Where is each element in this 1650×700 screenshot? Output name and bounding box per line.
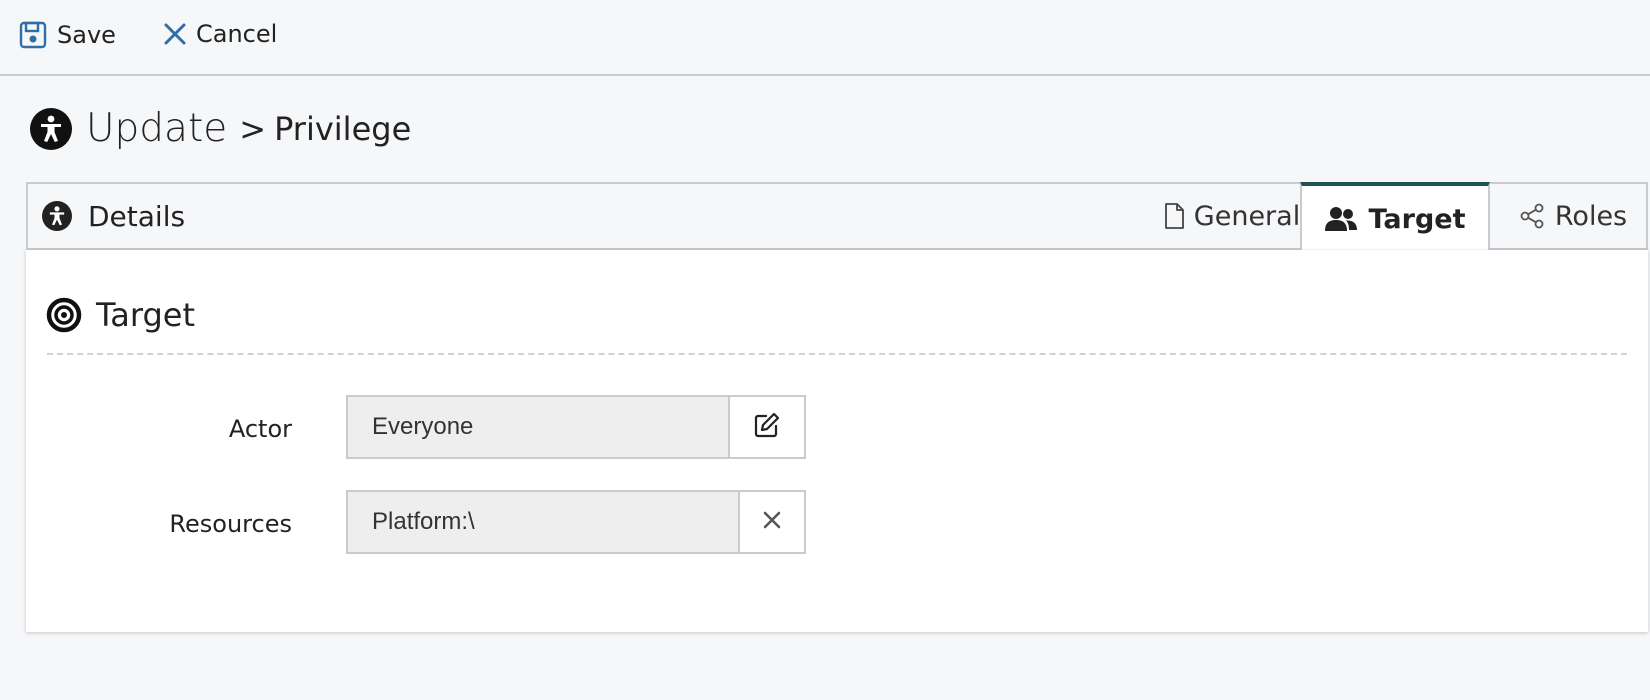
target-panel: Target Actor Everyone Resources Platform… [26,250,1648,632]
edit-icon [753,411,781,443]
save-label: Save [57,21,116,49]
section-divider [47,353,1627,355]
users-icon [1324,206,1358,232]
actor-edit-button[interactable] [728,395,806,459]
share-nodes-icon [1519,203,1545,229]
resources-clear-button[interactable] [738,490,806,554]
tab-roles[interactable]: Roles [1498,182,1648,250]
section-header: Target [46,296,195,334]
section-title: Target [96,296,195,334]
page-subtitle: Privilege [274,109,412,148]
actor-label: Actor [228,415,292,443]
tab-bar: Details General Target Roles [26,182,1648,252]
details-header: Details [42,184,185,248]
page-title: Update [86,106,228,151]
accessibility-icon [42,201,72,231]
cancel-label: Cancel [196,20,278,48]
toolbar: Save Cancel [0,0,1650,76]
accessibility-icon [30,107,72,150]
close-icon [162,21,188,47]
save-button[interactable]: Save [18,20,116,50]
tab-general-label: General [1193,200,1301,232]
breadcrumb-separator: > [239,109,267,148]
floppy-disk-icon [18,20,48,50]
close-icon [762,510,782,534]
resources-label: Resources [169,510,292,538]
tab-roles-label: Roles [1554,200,1628,232]
tab-general[interactable]: General [1140,182,1324,250]
page-heading: Update > Privilege [30,106,411,151]
actor-field[interactable]: Everyone [346,395,730,459]
file-icon [1164,203,1184,229]
resources-field[interactable]: Platform:\ [346,490,740,554]
tab-target[interactable]: Target [1300,182,1490,252]
tab-target-label: Target [1368,203,1466,235]
cancel-button[interactable]: Cancel [162,20,277,48]
details-label: Details [88,199,186,233]
bullseye-icon [46,297,82,333]
